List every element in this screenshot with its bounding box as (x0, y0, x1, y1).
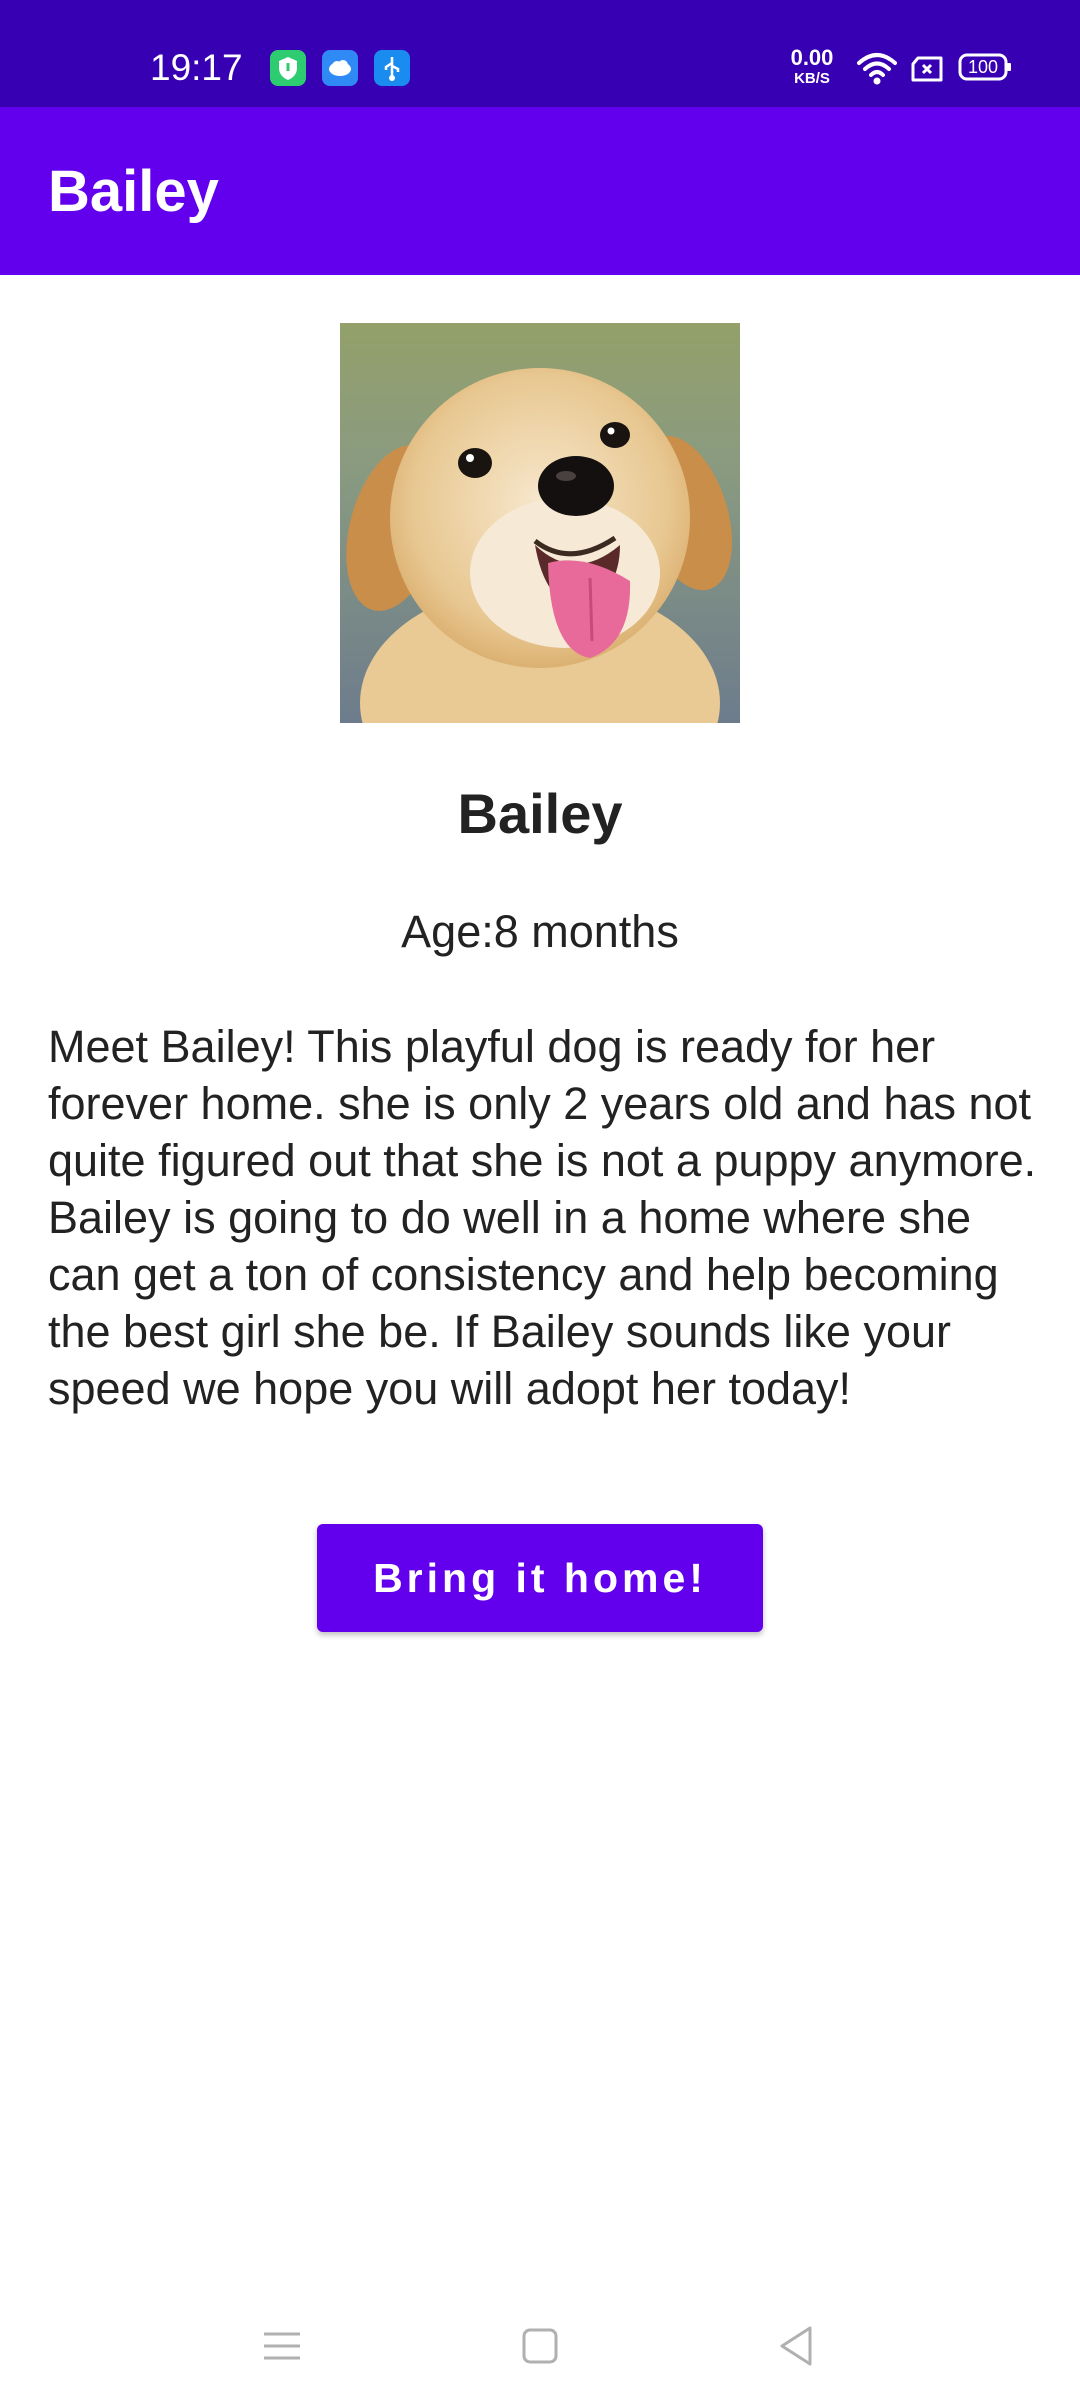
back-icon[interactable] (766, 2316, 826, 2376)
wifi-icon (856, 50, 898, 91)
menu-icon[interactable] (252, 2316, 312, 2376)
no-sim-icon (910, 56, 944, 87)
page-title: Bailey (48, 159, 219, 224)
home-icon[interactable] (510, 2316, 570, 2376)
battery-icon: 100 (958, 52, 1012, 87)
battery-level: 100 (967, 57, 999, 77)
network-speed-value: 0.00 (790, 45, 834, 70)
pet-description: Meet Bailey! This playful dog is ready f… (48, 1021, 1037, 1414)
bring-it-home-button[interactable]: Bring it home! (317, 1524, 763, 1632)
network-speed: 0.00 KB/S (786, 45, 838, 88)
usb-icon (374, 50, 410, 86)
app-bar: Bailey (0, 107, 1080, 275)
shield-icon (270, 50, 306, 86)
pet-age: Age:8 months (401, 906, 679, 957)
cloud-icon (322, 50, 358, 86)
status-time: 19:17 (150, 47, 243, 88)
status-bar: 19:17 0.00 KB/S 100 (0, 0, 1080, 107)
puppy-photo (340, 323, 740, 723)
navigation-bar (0, 2280, 1080, 2400)
pet-name: Bailey (457, 782, 623, 845)
network-speed-unit: KB/S (794, 70, 830, 87)
